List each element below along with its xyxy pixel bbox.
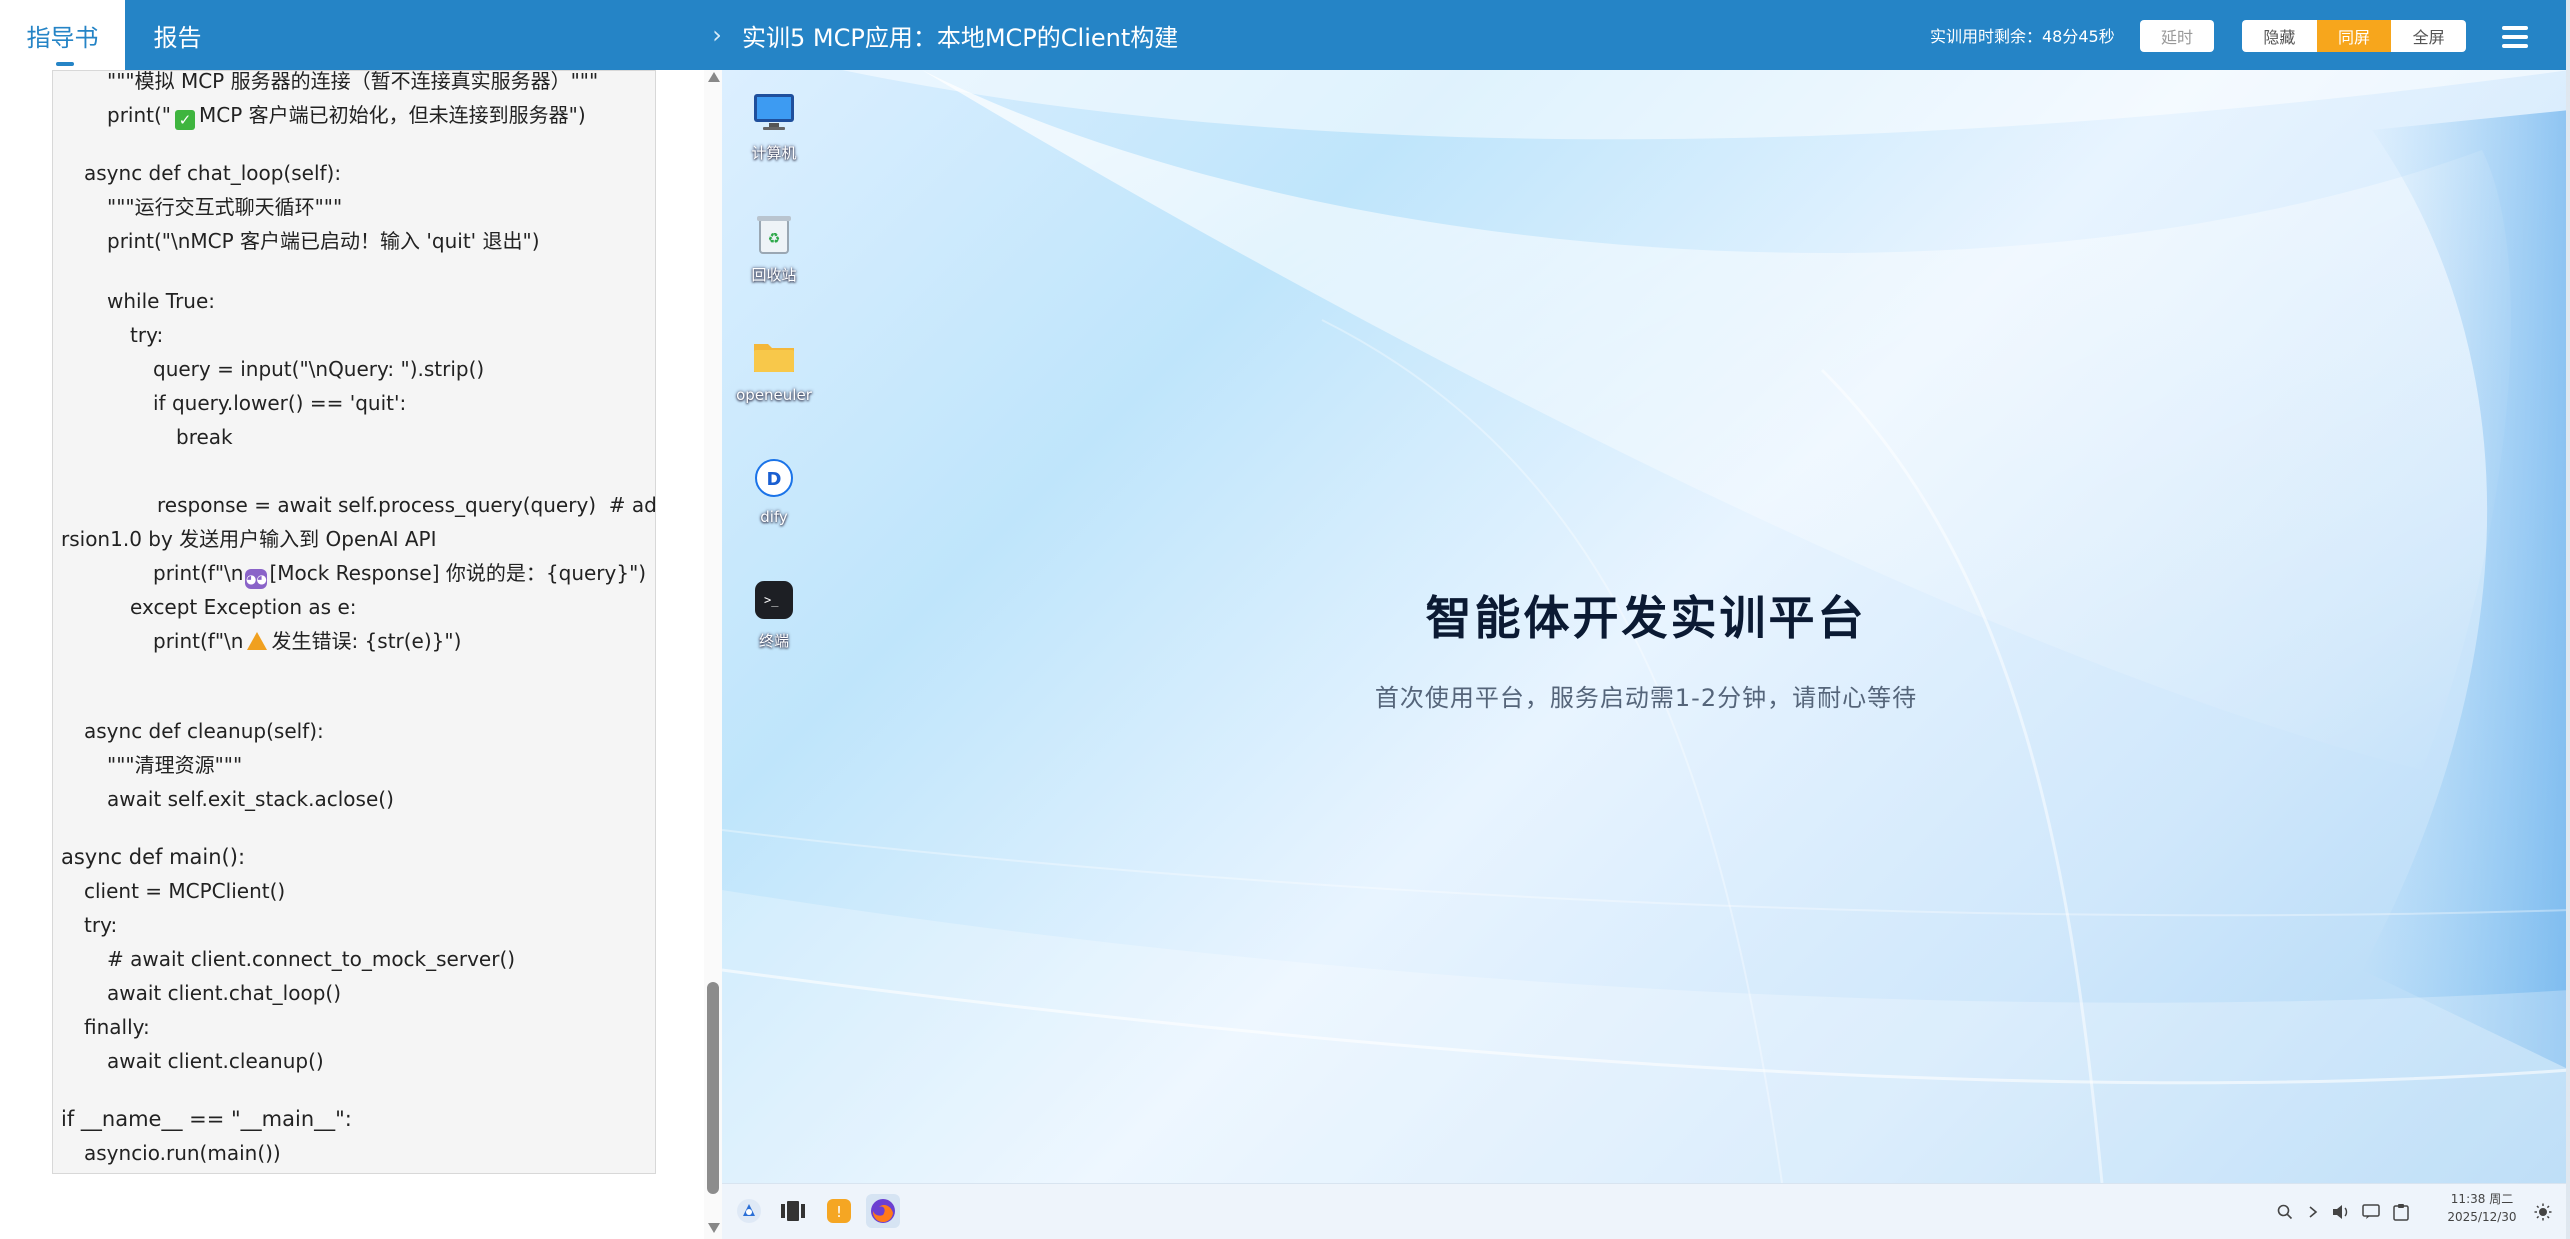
scroll-down-arrow-icon[interactable]	[708, 1223, 720, 1233]
code-line: await client.chat_loop()	[107, 981, 342, 1005]
hero-subtitle: 首次使用平台，服务启动需1-2分钟，请耐心等待	[1374, 684, 1918, 712]
desktop-icon-openeuler[interactable]: openeuler	[726, 334, 822, 404]
guide-panel: """模拟 MCP 服务器的连接（暂不连接真实服务器）""" print(" ✓ M…	[0, 70, 722, 1239]
computer-icon	[752, 90, 796, 134]
code-line: response = await self.process_query(quer…	[157, 493, 656, 517]
hero-title: 智能体开发实训平台	[1425, 591, 1867, 645]
remaining-time: 实训用时剩余：48分45秒	[1930, 27, 2115, 46]
code-line: async def chat_loop(self):	[84, 161, 342, 185]
page-title: 实训5 MCP应用：本地MCP的Client构建	[742, 23, 1179, 52]
code-line: print("\nMCP 客户端已启动！输入 'quit' 退出")	[107, 229, 540, 253]
brightness-icon[interactable]	[2530, 1200, 2556, 1224]
svg-text:♻: ♻	[768, 231, 781, 247]
robot-emoji-icon: ◕◕	[245, 569, 268, 589]
same-screen-button[interactable]: 同屏	[2316, 20, 2392, 52]
hamburger-menu-icon[interactable]	[2502, 26, 2528, 48]
code-line: try:	[84, 913, 118, 937]
code-line: """清理资源"""	[107, 753, 243, 777]
multitask-view-icon[interactable]	[776, 1194, 810, 1228]
search-icon[interactable]	[2272, 1200, 2298, 1224]
folder-icon	[752, 334, 796, 378]
window-edge	[2566, 0, 2570, 1239]
code-line: async def main():	[61, 845, 246, 869]
start-menu-icon[interactable]	[732, 1194, 766, 1228]
code-line: """模拟 MCP 服务器的连接（暂不连接真实服务器）"""	[107, 70, 599, 93]
code-line: """运行交互式聊天循环"""	[107, 195, 343, 219]
desktop-icon-dify[interactable]: D dify	[726, 456, 822, 526]
taskbar: ! 11:38 周二 2025/12/30	[722, 1183, 2570, 1239]
check-emoji-icon: ✓	[175, 110, 195, 130]
tab-report[interactable]: 报告	[125, 0, 230, 70]
warning-emoji-icon	[247, 632, 268, 650]
tab-guide[interactable]: 指导书	[0, 0, 125, 70]
clock-date: 2025/12/30	[2447, 1210, 2517, 1224]
dify-app-icon: D	[752, 456, 796, 500]
code-line: finally:	[84, 1015, 150, 1039]
desktop-icon-trash[interactable]: ♻ 回收站	[726, 212, 822, 285]
clock-time: 11:38 周二	[2450, 1192, 2514, 1206]
hide-button[interactable]: 隐藏	[2242, 20, 2317, 52]
code-line: print(f"\n 发生错误: {str(e)}")	[153, 629, 462, 653]
scroll-up-arrow-icon[interactable]	[708, 72, 720, 82]
desktop-icon-computer[interactable]: 计算机	[726, 90, 822, 163]
code-line: except Exception as e:	[130, 595, 357, 619]
scroll-thumb[interactable]	[707, 982, 719, 1194]
extend-time-button[interactable]: 延时	[2140, 20, 2214, 52]
code-line: while True:	[107, 289, 216, 313]
code-line: await self.exit_stack.aclose()	[107, 787, 394, 811]
firefox-taskbar-icon[interactable]	[866, 1194, 900, 1228]
code-line: rsion1.0 by 发送用户输入到 OpenAI API	[61, 527, 437, 551]
code-line: break	[176, 425, 233, 449]
recycle-bin-icon: ♻	[752, 212, 796, 256]
tab-report-label: 报告	[153, 23, 202, 52]
active-tab-indicator	[56, 62, 74, 66]
code-block: """模拟 MCP 服务器的连接（暂不连接真实服务器）""" print(" ✓ M…	[52, 70, 656, 1174]
app-store-icon[interactable]: !	[822, 1194, 856, 1228]
code-line: client = MCPClient()	[84, 879, 286, 903]
code-line: async def cleanup(self):	[84, 719, 324, 743]
code-line: if __name__ == "__main__":	[61, 1107, 352, 1131]
desktop-icon-label: 回收站	[751, 266, 797, 284]
clipboard-icon[interactable]	[2388, 1200, 2414, 1224]
desktop-icon-label: dify	[760, 508, 788, 526]
top-bar: 指导书 报告 › 实训5 MCP应用：本地MCP的Client构建 实训用时剩余…	[0, 0, 2570, 70]
code-line: print(" ✓ MCP 客户端已初始化，但未连接到服务器")	[107, 103, 586, 130]
svg-text:!: !	[836, 1203, 842, 1221]
code-line: asyncio.run(main())	[84, 1141, 281, 1165]
code-line: query = input("\nQuery: ").strip()	[153, 357, 485, 381]
notification-icon[interactable]	[2358, 1200, 2384, 1224]
desktop-icon-label: openeuler	[736, 386, 812, 404]
fullscreen-button[interactable]: 全屏	[2391, 20, 2466, 52]
chevron-right-icon[interactable]	[2302, 1200, 2324, 1224]
code-line: await client.cleanup()	[107, 1049, 324, 1073]
code-line: print(f"\n ◕◕ [Mock Response] 你说的是：{query}…	[153, 561, 646, 589]
desktop-icon-label: 计算机	[751, 144, 797, 162]
code-line: try:	[130, 323, 164, 347]
volume-icon[interactable]	[2328, 1200, 2354, 1224]
chevron-right-icon[interactable]: ›	[706, 21, 728, 49]
code-line: # await client.connect_to_mock_server()	[107, 947, 516, 971]
svg-text:D: D	[767, 469, 782, 490]
view-mode-group: 隐藏 同屏 全屏	[2242, 20, 2466, 52]
tab-guide-label: 指导书	[26, 23, 99, 52]
taskbar-clock[interactable]: 11:38 周二 2025/12/30	[2442, 1190, 2522, 1226]
code-line: if query.lower() == 'quit':	[153, 391, 407, 415]
remote-desktop[interactable]: 计算机 ♻ 回收站 openeuler D dify >_ 终端 智能体开发实训…	[722, 70, 2570, 1183]
guide-scrollbar[interactable]	[704, 70, 722, 1239]
